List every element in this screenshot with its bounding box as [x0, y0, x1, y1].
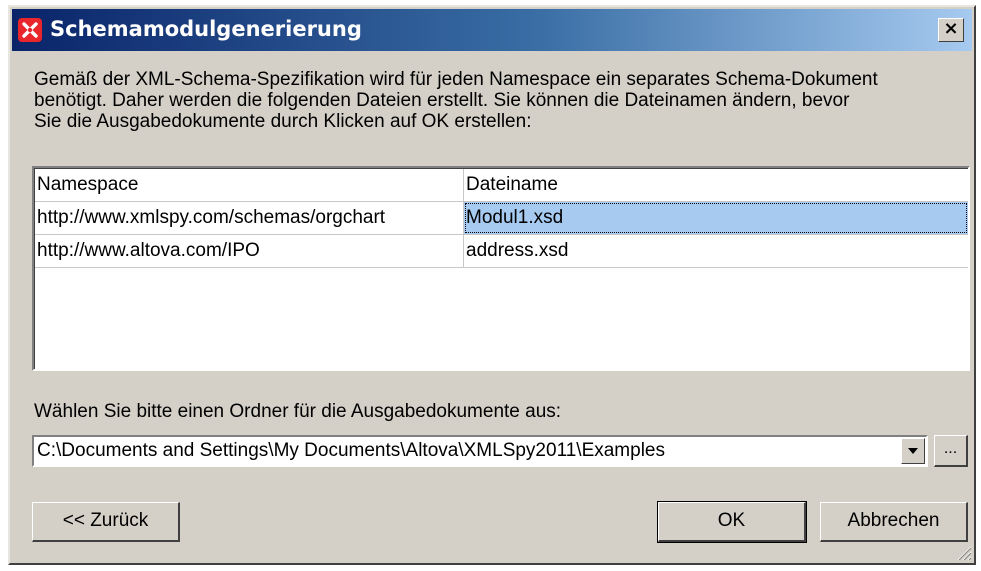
table-row[interactable]: http://www.altova.com/IPO address.xsd	[35, 235, 968, 268]
column-header-dateiname[interactable]: Dateiname	[464, 169, 968, 201]
resize-grip-icon[interactable]	[954, 543, 972, 561]
window-title: Schemamodulgenerierung	[50, 17, 362, 41]
back-button[interactable]: << Zurück	[32, 502, 180, 542]
altova-logo-icon	[18, 18, 42, 42]
ok-button[interactable]: OK	[657, 501, 807, 543]
filename-cell[interactable]: address.xsd	[464, 235, 968, 267]
title-bar: Schemamodulgenerierung ×	[12, 9, 972, 51]
table-header-row: Namespace Dateiname	[35, 169, 968, 202]
dropdown-arrow-icon[interactable]	[901, 438, 925, 464]
namespace-cell[interactable]: http://www.xmlspy.com/schemas/orgchart	[35, 202, 464, 234]
close-button[interactable]: ×	[938, 18, 964, 42]
namespace-table: Namespace Dateiname http://www.xmlspy.co…	[32, 166, 970, 371]
browse-button[interactable]: ...	[934, 435, 968, 467]
column-header-namespace[interactable]: Namespace	[35, 169, 464, 201]
dialog-window: Schemamodulgenerierung × Gemäß der XML-S…	[8, 5, 976, 565]
namespace-cell[interactable]: http://www.altova.com/IPO	[35, 235, 464, 267]
table-row[interactable]: http://www.xmlspy.com/schemas/orgchart M…	[35, 202, 968, 235]
folder-label: Wählen Sie bitte einen Ordner für die Au…	[34, 401, 562, 422]
description-text: Gemäß der XML-Schema-Spezifikation wird …	[34, 69, 878, 132]
output-folder-combobox[interactable]: C:\Documents and Settings\My Documents\A…	[32, 435, 928, 467]
cancel-button[interactable]: Abbrechen	[820, 502, 968, 542]
output-folder-value[interactable]: C:\Documents and Settings\My Documents\A…	[37, 437, 665, 465]
filename-cell[interactable]: Modul1.xsd	[464, 202, 968, 234]
